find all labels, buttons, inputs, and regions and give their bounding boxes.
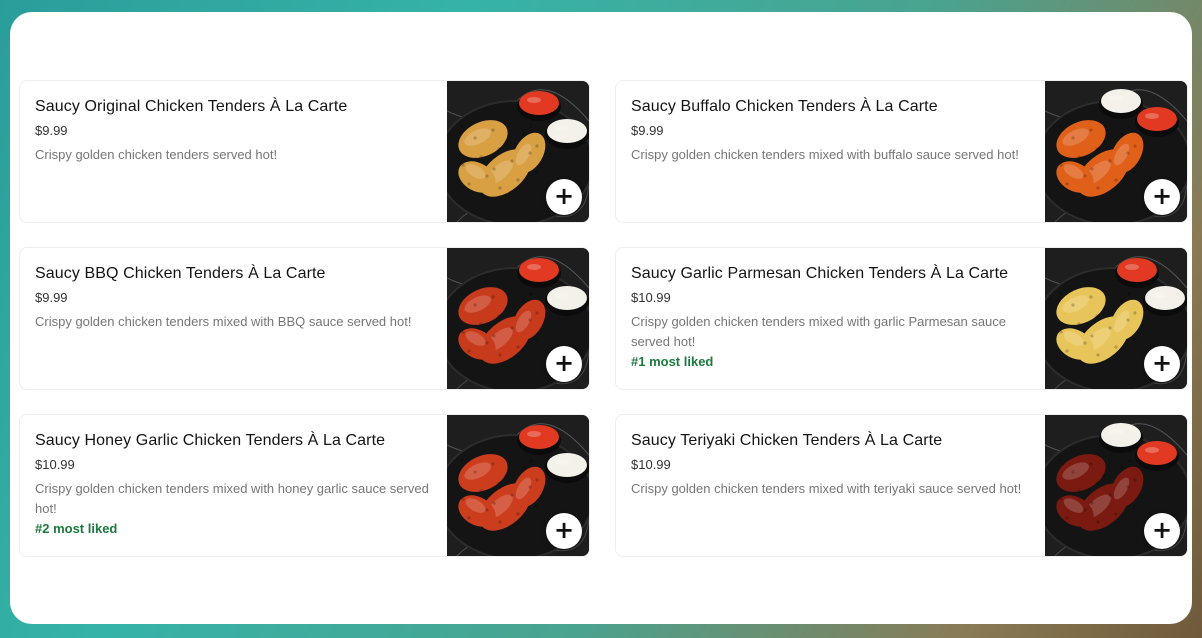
menu-item-card[interactable]: Saucy Honey Garlic Chicken Tenders À La …: [19, 414, 590, 557]
menu-item-price: $9.99: [35, 290, 68, 305]
most-liked-badge: #1 most liked: [631, 354, 714, 369]
add-to-cart-button[interactable]: +: [1144, 179, 1180, 215]
menu-item-title: Saucy Honey Garlic Chicken Tenders À La …: [35, 432, 386, 449]
plus-icon: +: [1151, 182, 1173, 210]
menu-item-title: Saucy Teriyaki Chicken Tenders À La Cart…: [631, 432, 943, 449]
menu-item-title: Saucy BBQ Chicken Tenders À La Carte: [35, 265, 326, 282]
menu-item-title: Saucy Buffalo Chicken Tenders À La Carte: [631, 98, 938, 115]
menu-item-price: $9.99: [35, 123, 68, 138]
plus-icon: +: [553, 182, 575, 210]
menu-item-description: Crispy golden chicken tenders mixed with…: [35, 481, 429, 516]
plus-icon: +: [1151, 349, 1173, 377]
menu-item-text: Saucy Garlic Parmesan Chicken Tenders À …: [631, 264, 1026, 371]
menu-item-card[interactable]: Saucy Buffalo Chicken Tenders À La Carte…: [615, 80, 1188, 223]
menu-item-text: Saucy Honey Garlic Chicken Tenders À La …: [35, 431, 430, 538]
plus-icon: +: [553, 516, 575, 544]
add-to-cart-button[interactable]: +: [546, 179, 582, 215]
add-to-cart-button[interactable]: +: [546, 346, 582, 382]
menu-item-description: Crispy golden chicken tenders mixed with…: [631, 314, 1007, 349]
menu-grid: Saucy Original Chicken Tenders À La Cart…: [19, 80, 1188, 557]
menu-panel: Saucy Original Chicken Tenders À La Cart…: [10, 12, 1192, 624]
menu-item-description: Crispy golden chicken tenders mixed with…: [631, 147, 1019, 162]
menu-item-card[interactable]: Saucy Teriyaki Chicken Tenders À La Cart…: [615, 414, 1188, 557]
add-to-cart-button[interactable]: +: [1144, 513, 1180, 549]
menu-item-description: Crispy golden chicken tenders mixed with…: [631, 481, 1022, 496]
menu-item-title: Saucy Original Chicken Tenders À La Cart…: [35, 98, 348, 115]
menu-item-description: Crispy golden chicken tenders mixed with…: [35, 314, 412, 329]
menu-item-card[interactable]: Saucy BBQ Chicken Tenders À La Carte $9.…: [19, 247, 590, 390]
menu-item-text: Saucy BBQ Chicken Tenders À La Carte $9.…: [35, 264, 430, 332]
menu-item-price: $9.99: [631, 123, 664, 138]
menu-item-price: $10.99: [35, 457, 75, 472]
menu-item-price: $10.99: [631, 290, 671, 305]
menu-item-text: Saucy Buffalo Chicken Tenders À La Carte…: [631, 97, 1026, 165]
most-liked-badge: #2 most liked: [35, 521, 118, 536]
add-to-cart-button[interactable]: +: [1144, 346, 1180, 382]
add-to-cart-button[interactable]: +: [546, 513, 582, 549]
menu-item-text: Saucy Original Chicken Tenders À La Cart…: [35, 97, 430, 165]
menu-item-description: Crispy golden chicken tenders served hot…: [35, 147, 278, 162]
plus-icon: +: [1151, 516, 1173, 544]
menu-item-card[interactable]: Saucy Garlic Parmesan Chicken Tenders À …: [615, 247, 1188, 390]
menu-item-card[interactable]: Saucy Original Chicken Tenders À La Cart…: [19, 80, 590, 223]
menu-item-title: Saucy Garlic Parmesan Chicken Tenders À …: [631, 265, 1009, 282]
plus-icon: +: [553, 349, 575, 377]
menu-item-price: $10.99: [631, 457, 671, 472]
menu-item-text: Saucy Teriyaki Chicken Tenders À La Cart…: [631, 431, 1026, 499]
